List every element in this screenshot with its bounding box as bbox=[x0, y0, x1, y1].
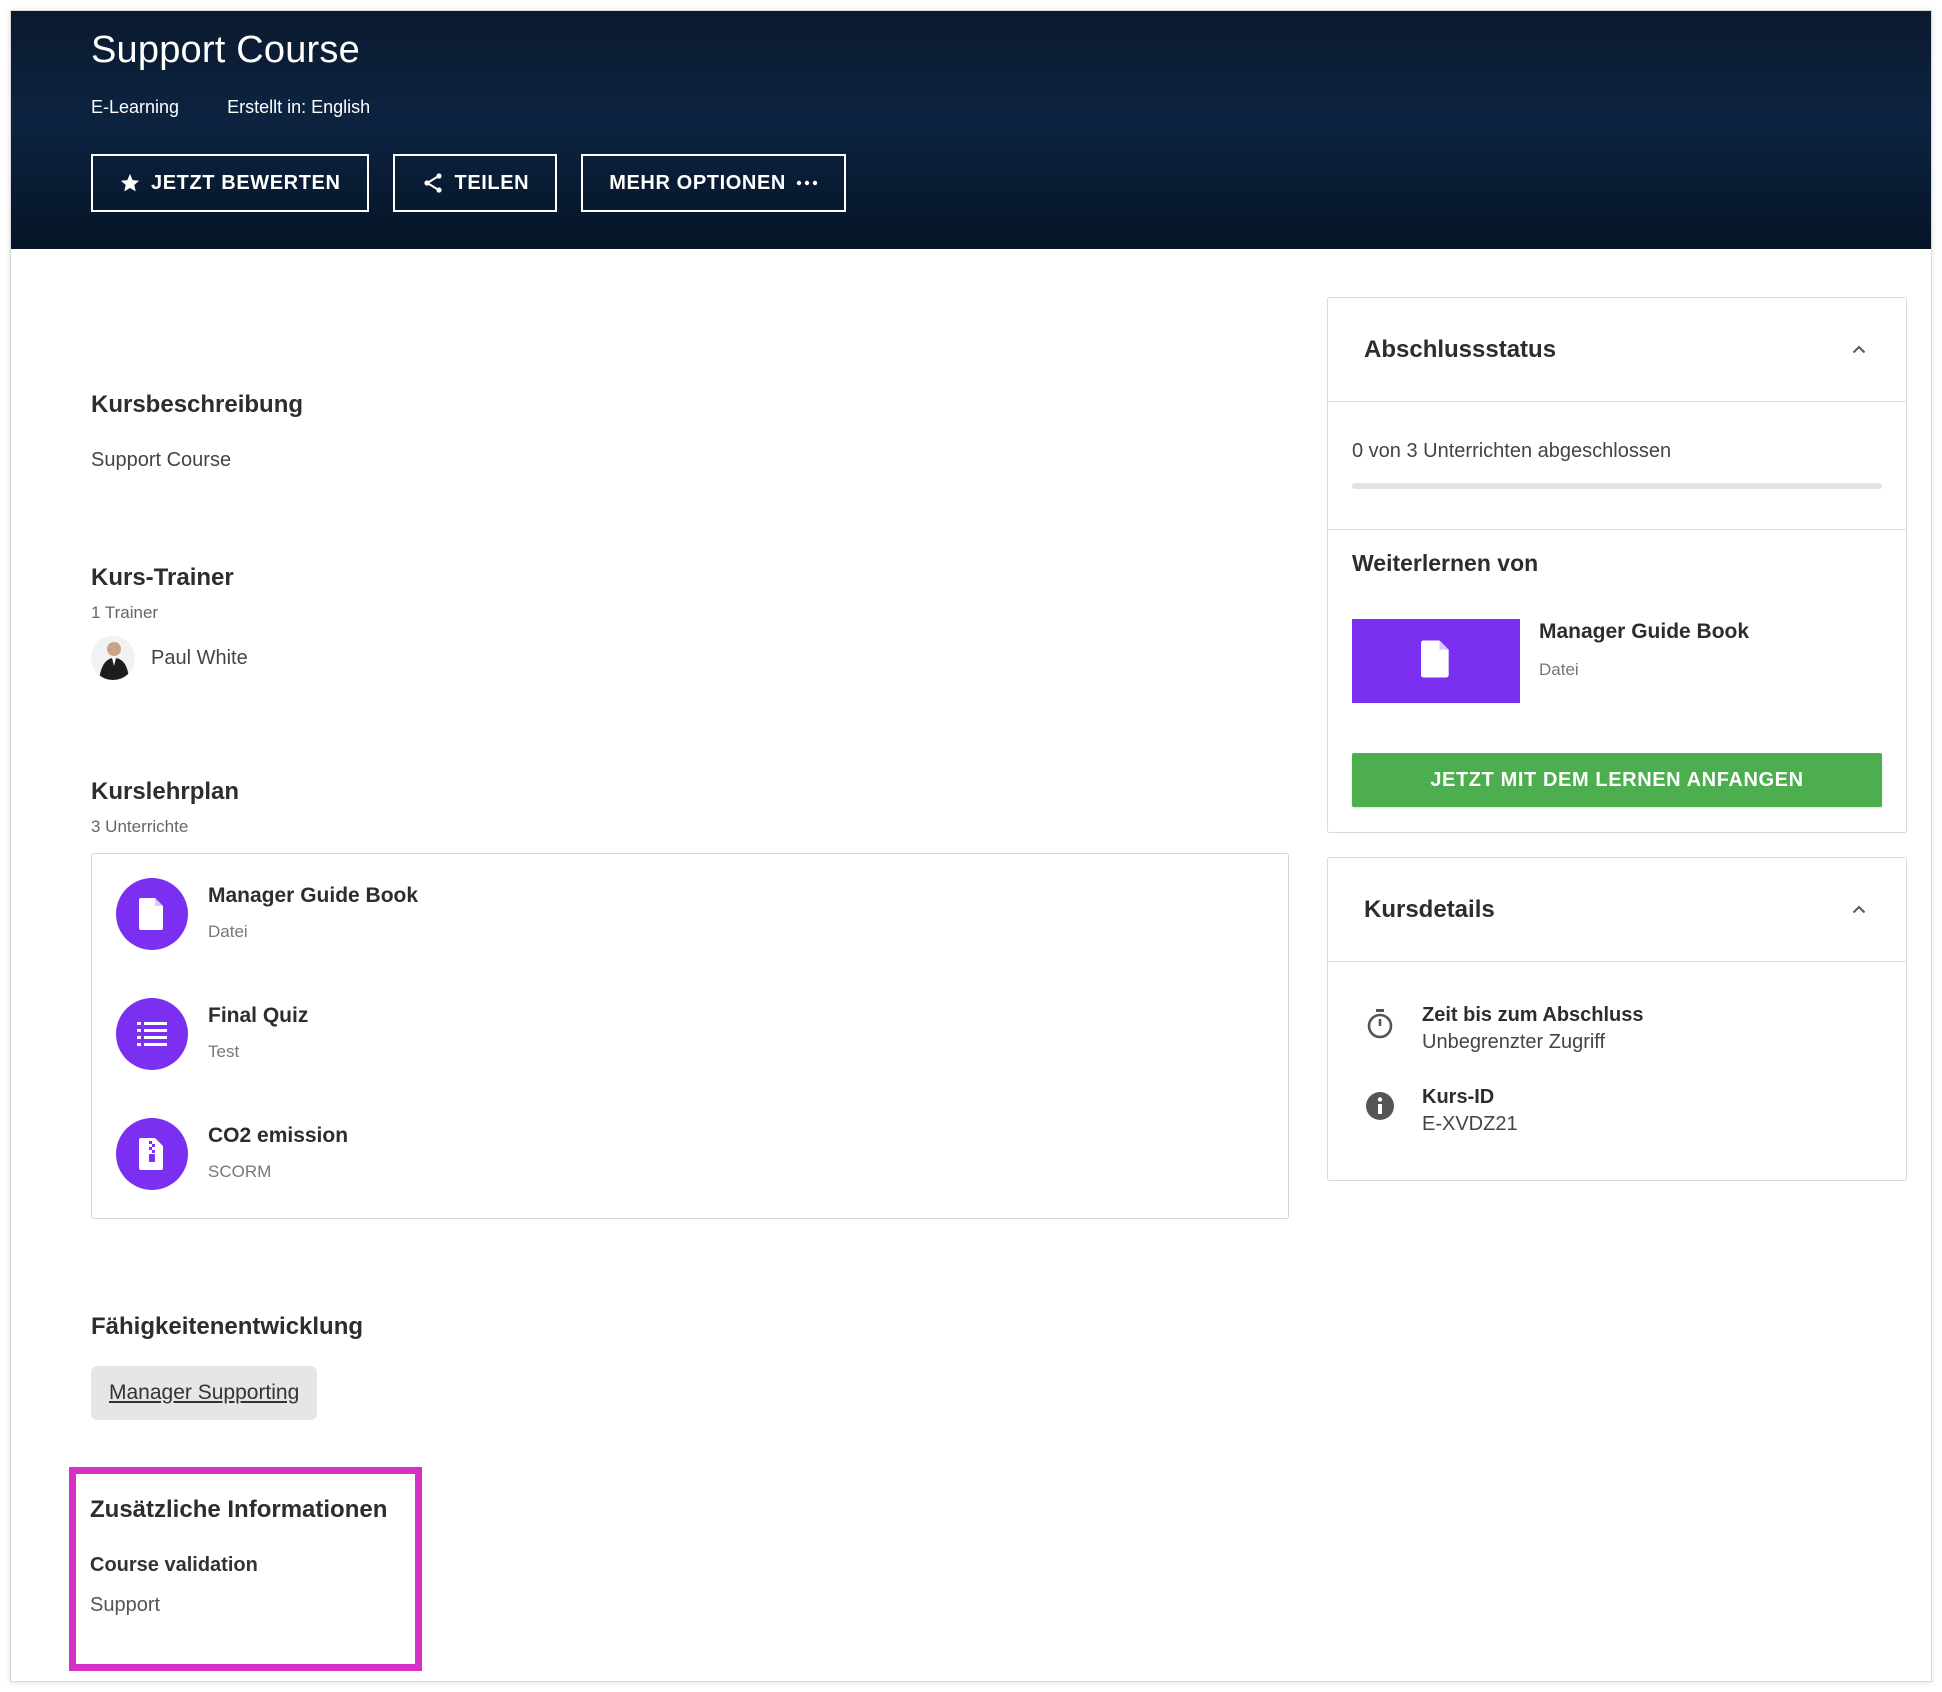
lesson-title: Final Quiz bbox=[208, 1004, 309, 1027]
course-details-card: Kursdetails Zeit bis zum Abschluss Unbeg… bbox=[1327, 857, 1907, 1181]
course-page: Support Course E-Learning Erstellt in: E… bbox=[10, 10, 1932, 1682]
continue-item-title[interactable]: Manager Guide Book bbox=[1539, 620, 1749, 644]
course-language: Erstellt in: English bbox=[227, 97, 371, 117]
detail-row-course-id: Kurs-ID E-XVDZ21 bbox=[1364, 1086, 1518, 1136]
more-options-button[interactable]: MEHR OPTIONEN bbox=[581, 154, 846, 212]
avatar bbox=[91, 636, 135, 680]
file-icon bbox=[116, 878, 188, 950]
rate-button-label: JETZT BEWERTEN bbox=[151, 171, 341, 194]
additional-info-title: Zusätzliche Informationen bbox=[90, 1496, 388, 1523]
detail-value: E-XVDZ21 bbox=[1422, 1113, 1518, 1135]
completion-card-header[interactable]: Abschlussstatus bbox=[1328, 298, 1906, 402]
lesson-type: SCORM bbox=[208, 1162, 272, 1181]
info-icon bbox=[1364, 1090, 1396, 1122]
share-icon bbox=[421, 171, 445, 195]
star-icon bbox=[119, 172, 141, 194]
lesson-item[interactable]: Final Quiz Test bbox=[116, 998, 308, 1070]
curriculum-count: 3 Unterrichte bbox=[91, 817, 189, 836]
additional-info-box: Zusätzliche Informationen Course validat… bbox=[69, 1467, 422, 1671]
additional-info-value: Support bbox=[90, 1594, 161, 1616]
course-header: Support Course E-Learning Erstellt in: E… bbox=[11, 11, 1931, 249]
course-type: E-Learning bbox=[91, 97, 180, 117]
chevron-up-icon[interactable] bbox=[1848, 899, 1870, 921]
completion-title: Abschlussstatus bbox=[1364, 335, 1557, 363]
lesson-item[interactable]: CO2 emission SCORM bbox=[116, 1118, 348, 1190]
lesson-title: CO2 emission bbox=[208, 1124, 349, 1147]
share-button-label: TEILEN bbox=[454, 171, 530, 194]
continue-item-type: Datei bbox=[1539, 660, 1579, 679]
skills-title: Fähigkeitenentwicklung bbox=[91, 1313, 364, 1340]
trainers-count: 1 Trainer bbox=[91, 603, 159, 622]
lesson-type: Datei bbox=[208, 922, 248, 941]
list-icon bbox=[116, 998, 188, 1070]
continue-thumbnail[interactable] bbox=[1352, 619, 1520, 703]
curriculum-title: Kurslehrplan bbox=[91, 778, 240, 805]
trainers-title: Kurs-Trainer bbox=[91, 564, 234, 591]
rate-button[interactable]: JETZT BEWERTEN bbox=[91, 154, 369, 212]
share-button[interactable]: TEILEN bbox=[392, 154, 558, 212]
more-dots-icon bbox=[796, 179, 818, 187]
completion-card: Abschlussstatus 0 von 3 Unterrichten abg… bbox=[1327, 297, 1907, 833]
course-meta: E-Learning Erstellt in: English bbox=[91, 97, 370, 118]
course-title: Support Course bbox=[91, 29, 360, 71]
trainer-item[interactable]: Paul White bbox=[91, 636, 248, 680]
start-learning-button[interactable]: JETZT MIT DEM LERNEN ANFANGEN bbox=[1352, 753, 1882, 807]
course-details-header[interactable]: Kursdetails bbox=[1328, 858, 1906, 962]
detail-row-duration: Zeit bis zum Abschluss Unbegrenzter Zugr… bbox=[1364, 1004, 1644, 1054]
progress-text: 0 von 3 Unterrichten abgeschlossen bbox=[1352, 440, 1672, 462]
additional-info-label: Course validation bbox=[90, 1554, 258, 1576]
divider bbox=[1328, 529, 1906, 530]
detail-value: Unbegrenzter Zugriff bbox=[1422, 1031, 1606, 1053]
header-actions: JETZT BEWERTEN TEILEN MEHR OPTIONEN bbox=[91, 154, 846, 212]
lesson-type: Test bbox=[208, 1042, 240, 1061]
chevron-up-icon[interactable] bbox=[1848, 339, 1870, 361]
lesson-title: Manager Guide Book bbox=[208, 884, 419, 907]
course-details-title: Kursdetails bbox=[1364, 895, 1495, 923]
lesson-item[interactable]: Manager Guide Book Datei bbox=[116, 878, 418, 950]
stopwatch-icon bbox=[1364, 1008, 1396, 1040]
zip-file-icon bbox=[116, 1118, 188, 1190]
description-text: Support Course bbox=[91, 449, 232, 471]
detail-label: Zeit bis zum Abschluss bbox=[1422, 1004, 1644, 1026]
description-title: Kursbeschreibung bbox=[91, 391, 304, 418]
file-icon bbox=[1421, 640, 1451, 683]
continue-title: Weiterlernen von bbox=[1352, 550, 1539, 576]
progress-bar bbox=[1352, 483, 1882, 489]
more-options-label: MEHR OPTIONEN bbox=[609, 171, 786, 194]
skill-chip[interactable]: Manager Supporting bbox=[91, 1366, 318, 1420]
curriculum-list: Manager Guide Book Datei Final Quiz Test… bbox=[91, 853, 1289, 1219]
detail-label: Kurs-ID bbox=[1422, 1086, 1495, 1108]
trainer-name: Paul White bbox=[151, 646, 248, 669]
